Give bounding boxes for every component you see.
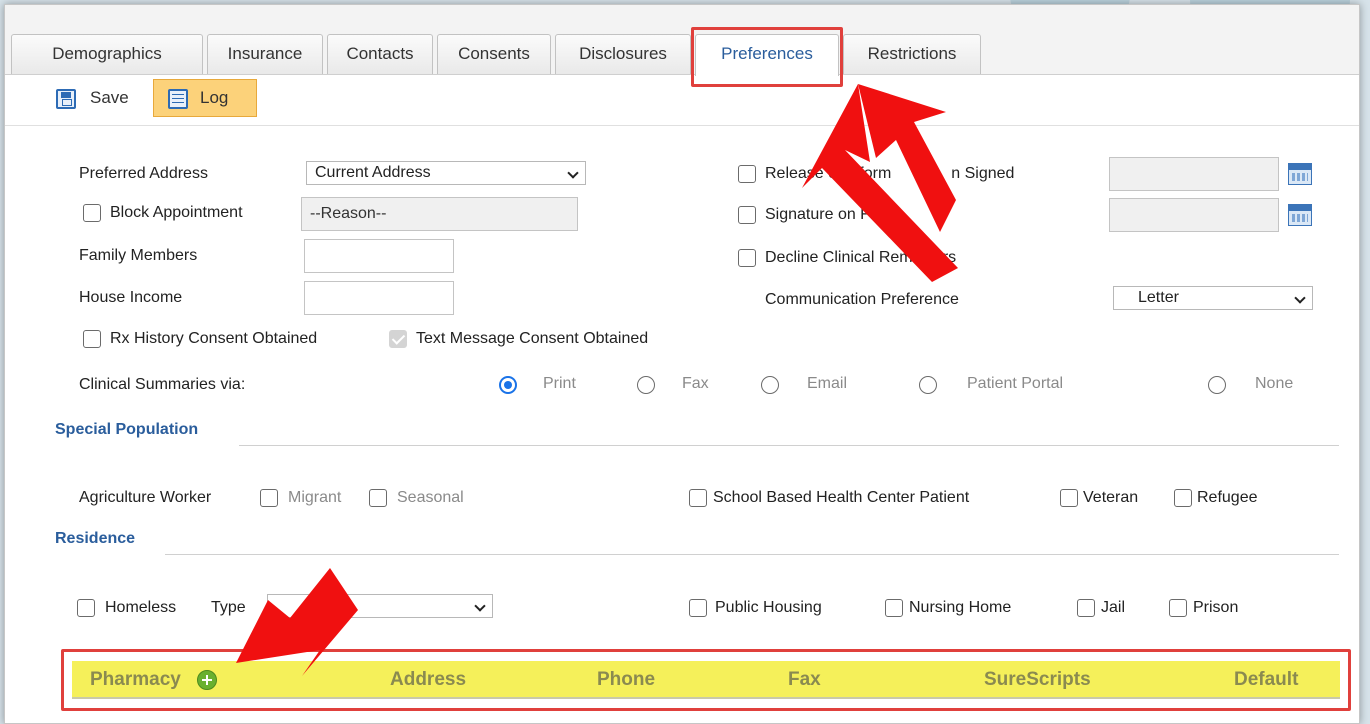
text-message-label: Text Message Consent Obtained xyxy=(416,330,649,347)
communication-pref-select[interactable]: Letter xyxy=(1113,286,1313,310)
migrant-label: Migrant xyxy=(288,489,342,506)
special-population-heading: Special Population xyxy=(55,421,199,438)
radio-email-label: Email xyxy=(807,375,848,392)
homeless-checkbox[interactable] xyxy=(77,599,95,617)
family-members-label: Family Members xyxy=(79,247,198,264)
refugee-label: Refugee xyxy=(1197,489,1258,506)
block-appointment-checkbox[interactable] xyxy=(83,204,101,222)
residence-heading: Residence xyxy=(55,530,136,547)
radio-email[interactable] xyxy=(761,376,779,394)
toolbar-divider xyxy=(5,125,1359,126)
calendar-icon[interactable] xyxy=(1288,204,1312,226)
tab-bar: Demographics Insurance Contacts Consents… xyxy=(5,5,1359,76)
preferences-tab-highlight xyxy=(691,27,843,87)
tab-consents[interactable]: Consents xyxy=(437,34,551,74)
save-button[interactable]: Save xyxy=(45,79,155,117)
residence-type-value: ect-- xyxy=(312,597,344,614)
radio-patient-portal-label: Patient Portal xyxy=(967,375,1064,392)
nursing-home-checkbox[interactable] xyxy=(885,599,903,617)
radio-patient-portal[interactable] xyxy=(919,376,937,394)
chevron-down-icon xyxy=(567,167,579,179)
block-reason-value: --Reason-- xyxy=(310,205,387,222)
public-housing-label: Public Housing xyxy=(715,599,822,616)
log-icon xyxy=(168,89,188,109)
tab-disclosures[interactable]: Disclosures xyxy=(555,34,691,74)
block-reason-input[interactable]: --Reason-- xyxy=(301,197,578,231)
residence-divider xyxy=(165,554,1339,555)
school-based-label: School Based Health Center Patient xyxy=(713,489,970,506)
agriculture-worker-label: Agriculture Worker xyxy=(79,489,212,506)
clinical-summaries-label: Clinical Summaries via: xyxy=(79,376,246,393)
residence-type-select[interactable]: ect-- xyxy=(267,594,493,618)
migrant-checkbox[interactable] xyxy=(260,489,278,507)
seasonal-checkbox[interactable] xyxy=(369,489,387,507)
chevron-down-icon xyxy=(1294,292,1306,304)
special-population-divider xyxy=(239,445,1339,446)
rx-history-label: Rx History Consent Obtained xyxy=(110,330,318,347)
family-members-input[interactable] xyxy=(304,239,454,273)
tab-contacts[interactable]: Contacts xyxy=(327,34,433,74)
veteran-label: Veteran xyxy=(1083,489,1139,506)
tab-restrictions[interactable]: Restrictions xyxy=(843,34,981,74)
preferences-window: Demographics Insurance Contacts Consents… xyxy=(4,4,1360,724)
save-button-label: Save xyxy=(90,88,129,107)
chevron-down-icon xyxy=(474,600,486,612)
calendar-icon[interactable] xyxy=(1288,163,1312,185)
signature-date-input[interactable] xyxy=(1109,198,1279,232)
public-housing-checkbox[interactable] xyxy=(689,599,707,617)
signature-on-file-checkbox[interactable] xyxy=(738,206,756,224)
house-income-label: House Income xyxy=(79,289,183,306)
jail-checkbox[interactable] xyxy=(1077,599,1095,617)
save-icon xyxy=(56,89,76,109)
communication-pref-label: Communication Preference xyxy=(765,291,959,308)
block-appointment-label: Block Appointment xyxy=(110,204,243,221)
communication-pref-value: Letter xyxy=(1138,289,1179,306)
signature-on-file-label: Signature on File xyxy=(765,206,886,223)
residence-type-label: Type xyxy=(211,599,246,616)
rx-history-checkbox[interactable] xyxy=(83,330,101,348)
log-button-label: Log xyxy=(200,88,229,107)
preferred-address-label: Preferred Address xyxy=(79,165,208,182)
log-button[interactable]: Log xyxy=(153,79,257,117)
prison-label: Prison xyxy=(1193,599,1239,616)
radio-fax[interactable] xyxy=(637,376,655,394)
seasonal-label: Seasonal xyxy=(397,489,464,506)
radio-print[interactable] xyxy=(499,376,517,394)
radio-print-label: Print xyxy=(543,375,576,392)
school-based-checkbox[interactable] xyxy=(689,489,707,507)
decline-reminders-label: Decline Clinical Reminders xyxy=(765,249,957,266)
preferred-address-value: Current Address xyxy=(315,164,431,181)
homeless-label: Homeless xyxy=(105,599,177,616)
radio-none[interactable] xyxy=(1208,376,1226,394)
nursing-home-label: Nursing Home xyxy=(909,599,1012,616)
release-info-label: Release of Inform n Signed xyxy=(765,165,1015,182)
decline-reminders-checkbox[interactable] xyxy=(738,249,756,267)
veteran-checkbox[interactable] xyxy=(1060,489,1078,507)
text-message-checkbox[interactable] xyxy=(389,330,407,348)
radio-fax-label: Fax xyxy=(682,375,709,392)
preferred-address-select[interactable]: Current Address xyxy=(306,161,586,185)
pharmacy-bar-highlight xyxy=(61,649,1351,711)
tab-demographics[interactable]: Demographics xyxy=(11,34,203,74)
release-info-checkbox[interactable] xyxy=(738,165,756,183)
radio-none-label: None xyxy=(1255,375,1294,392)
refugee-checkbox[interactable] xyxy=(1174,489,1192,507)
house-income-input[interactable] xyxy=(304,281,454,315)
release-date-input[interactable] xyxy=(1109,157,1279,191)
prison-checkbox[interactable] xyxy=(1169,599,1187,617)
jail-label: Jail xyxy=(1101,599,1126,616)
tab-insurance[interactable]: Insurance xyxy=(207,34,323,74)
